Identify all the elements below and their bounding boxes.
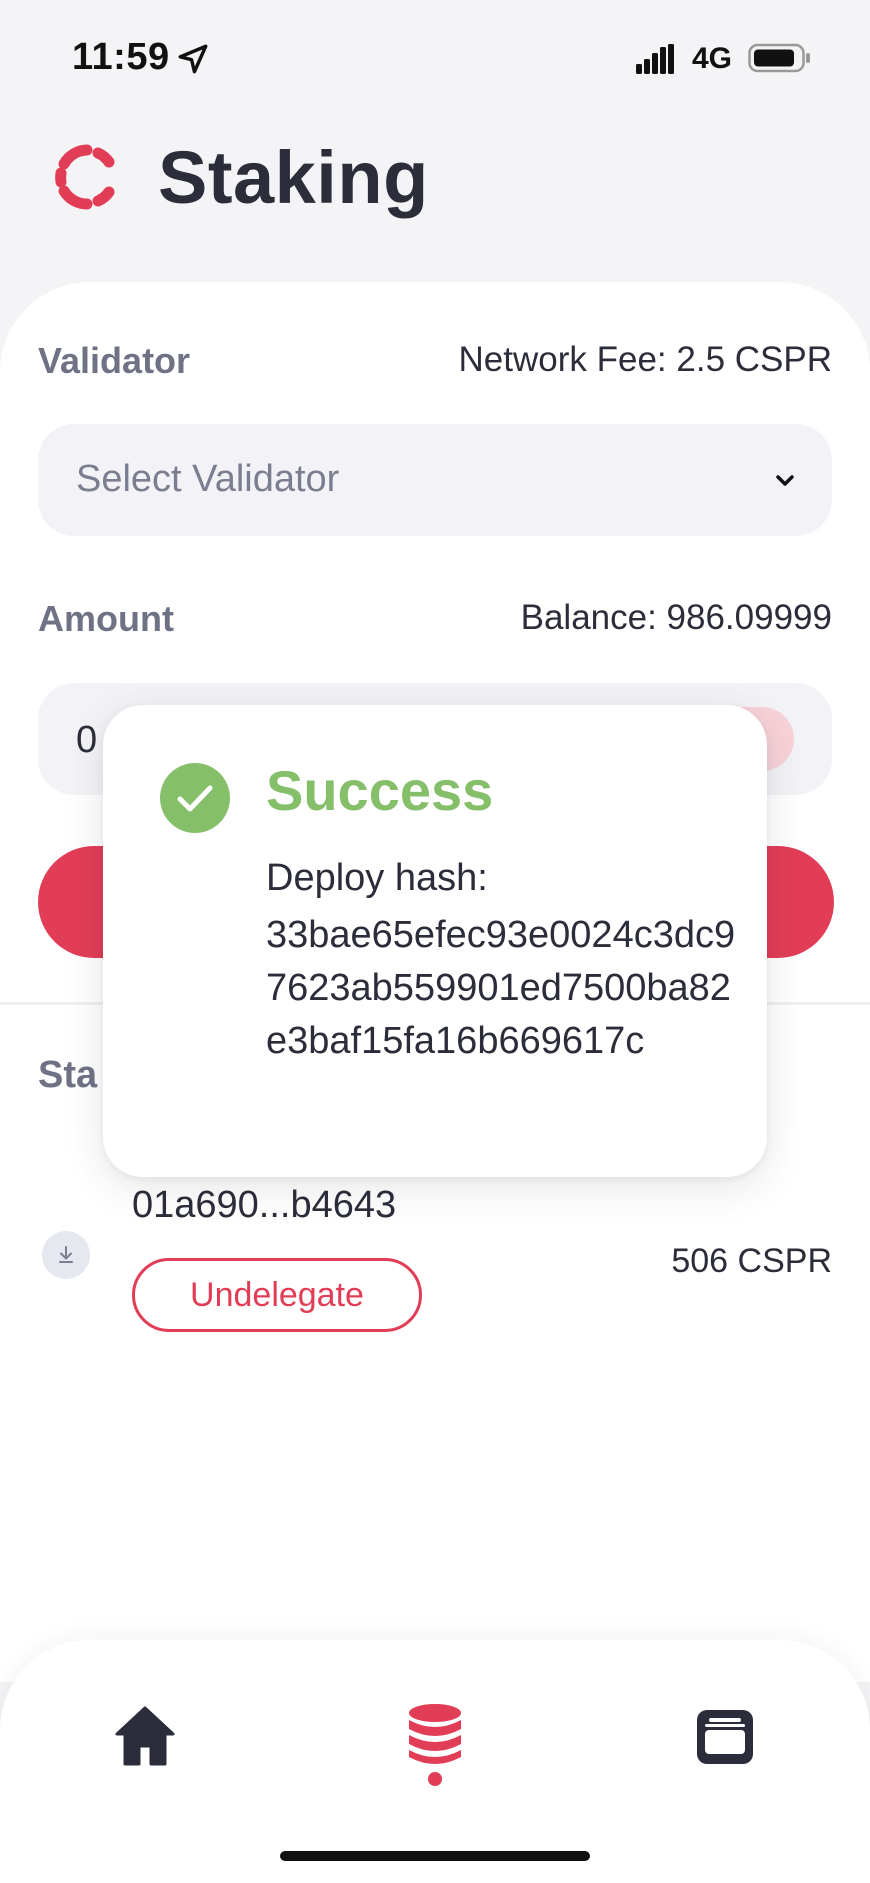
wallet-icon [697,1710,753,1764]
battery-icon [748,43,810,73]
undelegate-button[interactable]: Undelegate [132,1258,422,1332]
deploy-hash-label: Deploy hash: [266,857,488,899]
validator-select[interactable]: Select Validator [38,424,832,536]
nav-staking[interactable] [395,1696,475,1776]
signal-icon [636,44,674,74]
amount-value: 0 [76,719,98,761]
success-dialog[interactable]: Success Deploy hash: 33bae65efec93e0024c… [103,705,767,1177]
home-indicator [280,1851,590,1861]
chevron-down-icon [776,475,794,486]
location-arrow-icon [178,44,208,74]
amount-label: Amount [38,598,174,639]
staking-icon [409,1704,461,1764]
balance: Balance: 986.09999 [520,598,832,637]
validator-address: 01a690...b4643 [132,1184,397,1226]
status-time: 11:59 [72,36,170,78]
dialog-title: Success [266,759,494,822]
nav-wallet[interactable] [685,1696,765,1776]
stake-amount: 506 CSPR [671,1242,832,1280]
home-icon [115,1706,175,1766]
network-fee: Network Fee: 2.5 CSPR [458,340,832,379]
bottom-nav [0,1640,870,1883]
casper-logo-icon [55,144,115,210]
active-indicator [428,1772,442,1786]
nav-home[interactable] [105,1696,185,1776]
status-bar: 11:59 4G [0,0,870,110]
validator-placeholder: Select Validator [76,458,340,500]
download-icon [42,1231,90,1279]
page-title: Staking [158,136,429,219]
stakes-section-title: Sta [38,1054,98,1096]
network-type: 4G [692,42,733,75]
deploy-hash-value: 33bae65efec93e0024c3dc97623ab559901ed750… [266,914,736,1062]
validator-label: Validator [38,340,191,381]
check-circle-icon [160,763,230,833]
stake-list-item: 01a690...b4643 Undelegate 506 CSPR [0,1176,870,1336]
